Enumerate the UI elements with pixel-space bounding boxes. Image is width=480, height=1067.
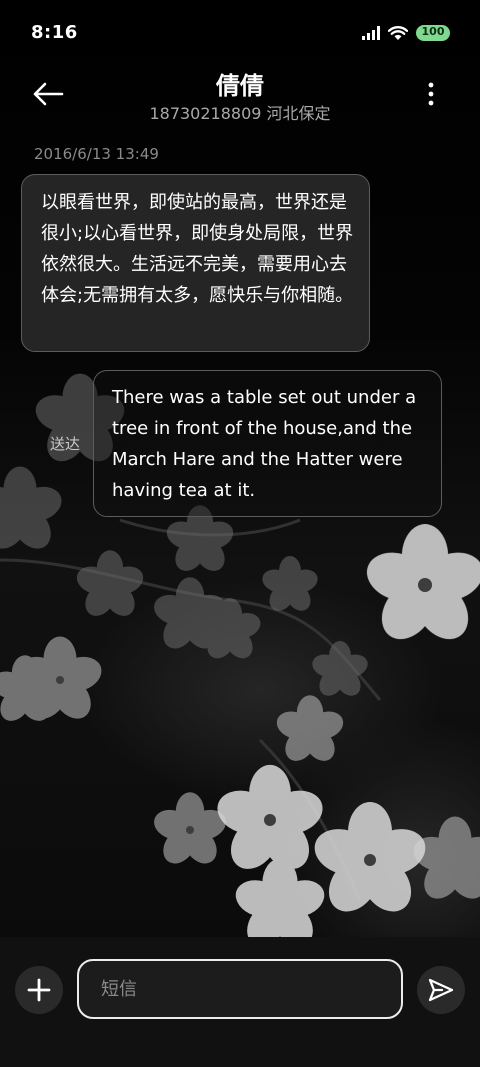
status-icons: 100 xyxy=(362,22,450,44)
battery-level: 100 xyxy=(421,25,445,38)
status-time: 8:16 xyxy=(31,22,78,43)
incoming-message-bubble[interactable]: 以眼看世界，即使站的最高，世界还是很小;以心看世界，即使身处局限，世界依然很大。… xyxy=(21,174,370,352)
arrow-left-icon xyxy=(33,82,64,106)
delivery-status: 送达 xyxy=(50,435,81,453)
battery-icon: 100 xyxy=(416,23,450,43)
more-vertical-icon xyxy=(428,82,434,106)
contact-name: 倩倩 xyxy=(216,72,264,100)
wifi-icon xyxy=(388,25,408,40)
more-options-button[interactable] xyxy=(414,76,448,112)
composer-bar xyxy=(0,937,480,1067)
outgoing-message-bubble[interactable]: There was a table set out under a tree i… xyxy=(93,370,442,517)
plus-icon xyxy=(27,978,51,1002)
send-icon xyxy=(428,978,454,1002)
send-button[interactable] xyxy=(417,966,465,1014)
message-input[interactable] xyxy=(77,959,403,1019)
back-button[interactable] xyxy=(26,76,70,112)
signal-icon xyxy=(362,26,380,40)
conversation-header: 倩倩 18730218809 河北保定 xyxy=(0,62,480,130)
add-attachment-button[interactable] xyxy=(15,966,63,1014)
status-bar: 8:16 100 xyxy=(0,0,480,64)
message-timestamp: 2016/6/13 13:49 xyxy=(34,145,159,163)
contact-number-location: 18730218809 河北保定 xyxy=(149,104,331,123)
